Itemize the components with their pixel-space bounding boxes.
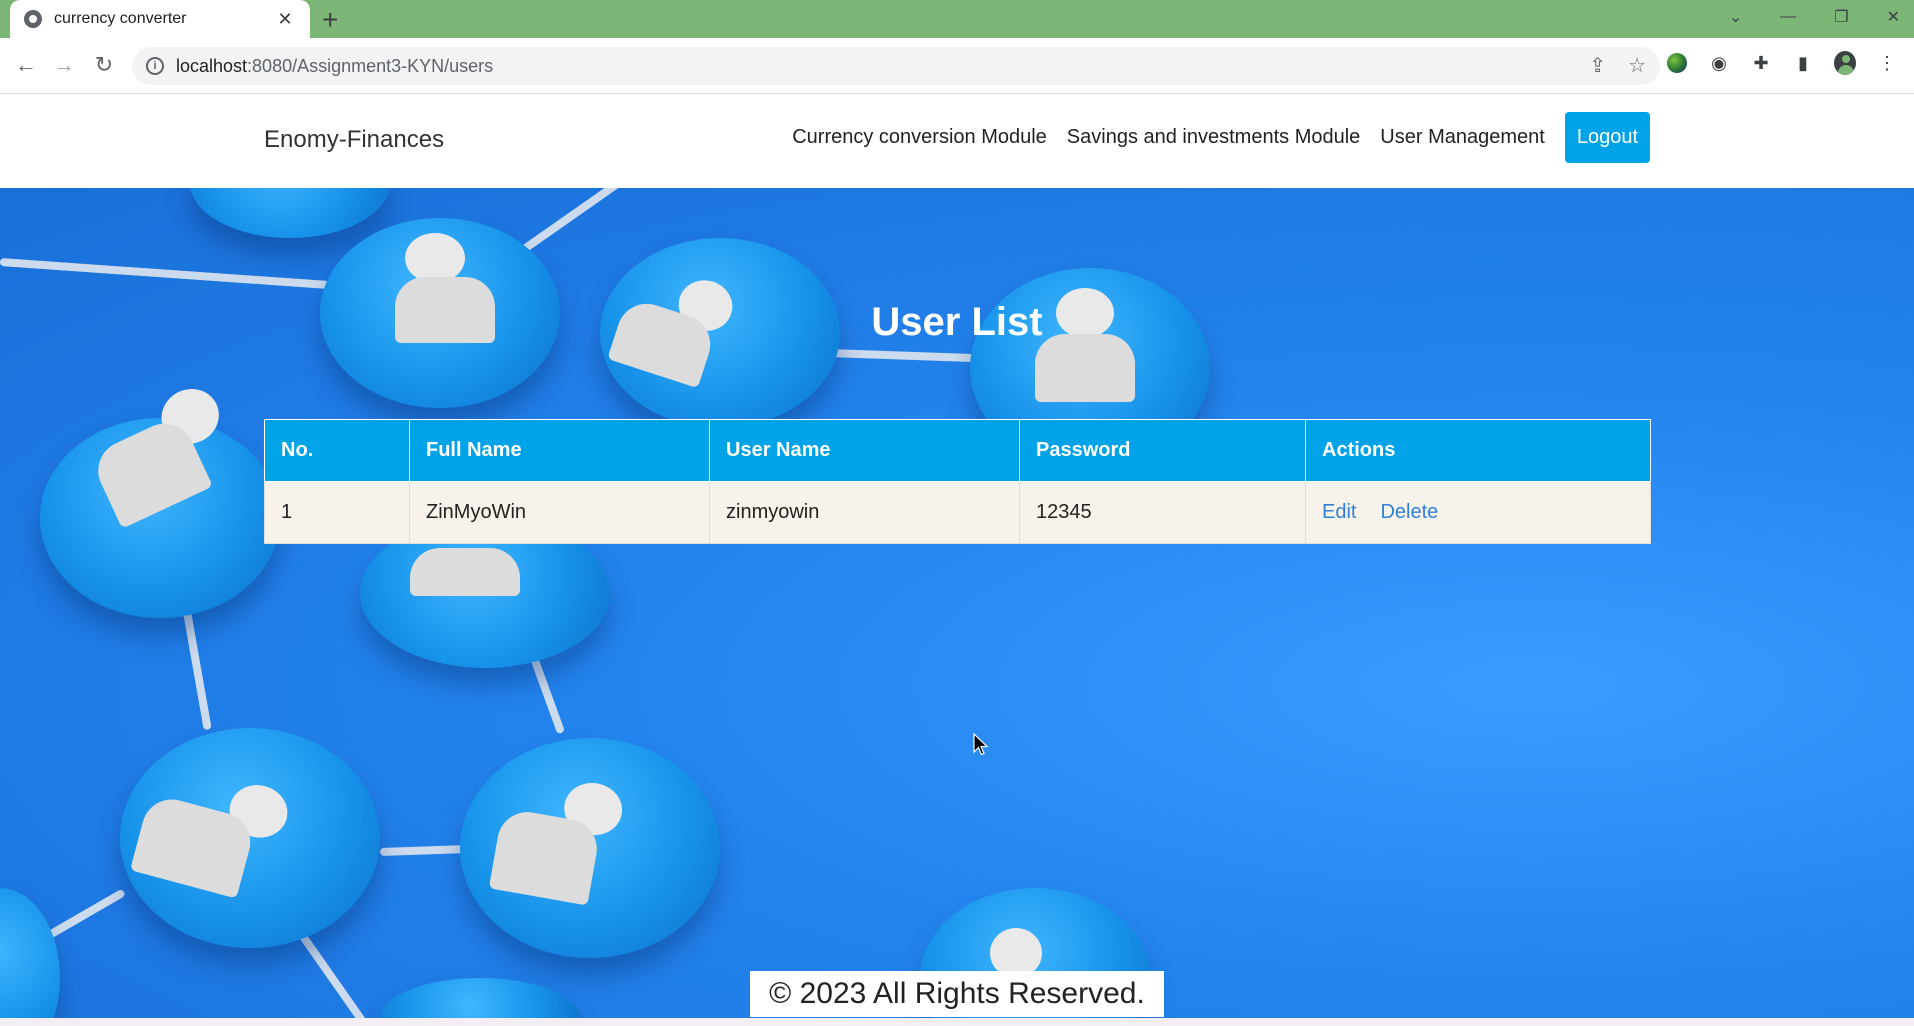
cell-no: 1 [264, 481, 410, 544]
browser-tab[interactable]: currency converter ✕ [10, 0, 310, 38]
restore-icon[interactable]: ❐ [1834, 7, 1848, 27]
back-arrow-icon[interactable]: ← [12, 52, 40, 78]
side-panel-icon[interactable]: ▮ [1792, 52, 1814, 74]
cell-full-name: ZinMyoWin [409, 481, 710, 544]
nav-links: Currency conversion Module Savings and i… [792, 112, 1650, 163]
url-host: localhost [176, 55, 248, 76]
column-header-user-name: User Name [709, 419, 1020, 482]
address-bar-actions: ⇪ ☆ [1589, 53, 1646, 78]
profile-avatar-icon[interactable] [1834, 51, 1856, 75]
site-info-icon[interactable]: i [146, 57, 164, 75]
page-title: User List [871, 300, 1043, 344]
minimize-icon[interactable]: — [1780, 8, 1796, 26]
cell-actions: Edit Delete [1305, 481, 1651, 544]
column-header-full-name: Full Name [409, 419, 710, 482]
bookmark-star-icon[interactable]: ☆ [1628, 53, 1646, 78]
user-table: No. Full Name User Name Password Actions… [264, 419, 1651, 544]
mouse-cursor-icon [973, 733, 989, 756]
table-row: 1 ZinMyoWin zinmyowin 12345 Edit Delete [264, 481, 1651, 544]
extension-icons: ◉ ✚ ▮ ⋮ [1666, 51, 1898, 75]
puzzle-extensions-icon[interactable]: ✚ [1750, 52, 1772, 74]
close-tab-icon[interactable]: ✕ [274, 9, 296, 30]
browser-toolbar: ← → ↻ i localhost:8080/Assignment3-KYN/u… [0, 38, 1914, 94]
reload-icon[interactable]: ↻ [90, 52, 118, 78]
table-header-row: No. Full Name User Name Password Actions [264, 419, 1651, 482]
site-navbar: Enomy-Finances Currency conversion Modul… [0, 94, 1914, 188]
nav-link-currency-conversion[interactable]: Currency conversion Module [792, 126, 1047, 149]
chevron-down-icon[interactable]: ⌄ [1729, 7, 1742, 27]
nav-link-user-management[interactable]: User Management [1380, 126, 1545, 149]
globe-icon [24, 10, 42, 28]
url-path: :8080/Assignment3-KYN/users [247, 55, 494, 76]
column-header-actions: Actions [1305, 419, 1651, 482]
bottom-strip [0, 1018, 1914, 1026]
forward-arrow-icon[interactable]: → [50, 52, 78, 78]
logout-button[interactable]: Logout [1564, 112, 1650, 163]
cell-password: 12345 [1019, 481, 1306, 544]
edit-link[interactable]: Edit [1322, 501, 1356, 523]
brand-logo-text[interactable]: Enomy-Finances [264, 126, 444, 154]
window-controls: ⌄ — ❐ ✕ [1729, 0, 1900, 34]
browser-tab-strip: currency converter ✕ + ⌄ — ❐ ✕ [0, 0, 1914, 38]
share-icon[interactable]: ⇪ [1589, 53, 1606, 78]
column-header-password: Password [1019, 419, 1306, 482]
address-bar[interactable]: i localhost:8080/Assignment3-KYN/users ⇪… [132, 47, 1660, 85]
globe-extension-icon[interactable] [1666, 52, 1688, 74]
cell-user-name: zinmyowin [709, 481, 1020, 544]
delete-link[interactable]: Delete [1380, 501, 1438, 523]
menu-kebab-icon[interactable]: ⋮ [1876, 52, 1898, 74]
new-tab-icon[interactable]: + [322, 4, 338, 36]
footer-copyright: © 2023 All Rights Reserved. [750, 971, 1164, 1017]
column-header-no: No. [264, 419, 410, 482]
nav-link-savings-investments[interactable]: Savings and investments Module [1067, 126, 1361, 149]
close-window-icon[interactable]: ✕ [1887, 7, 1900, 27]
camera-icon[interactable]: ◉ [1708, 52, 1730, 74]
tab-title: currency converter [54, 10, 187, 27]
